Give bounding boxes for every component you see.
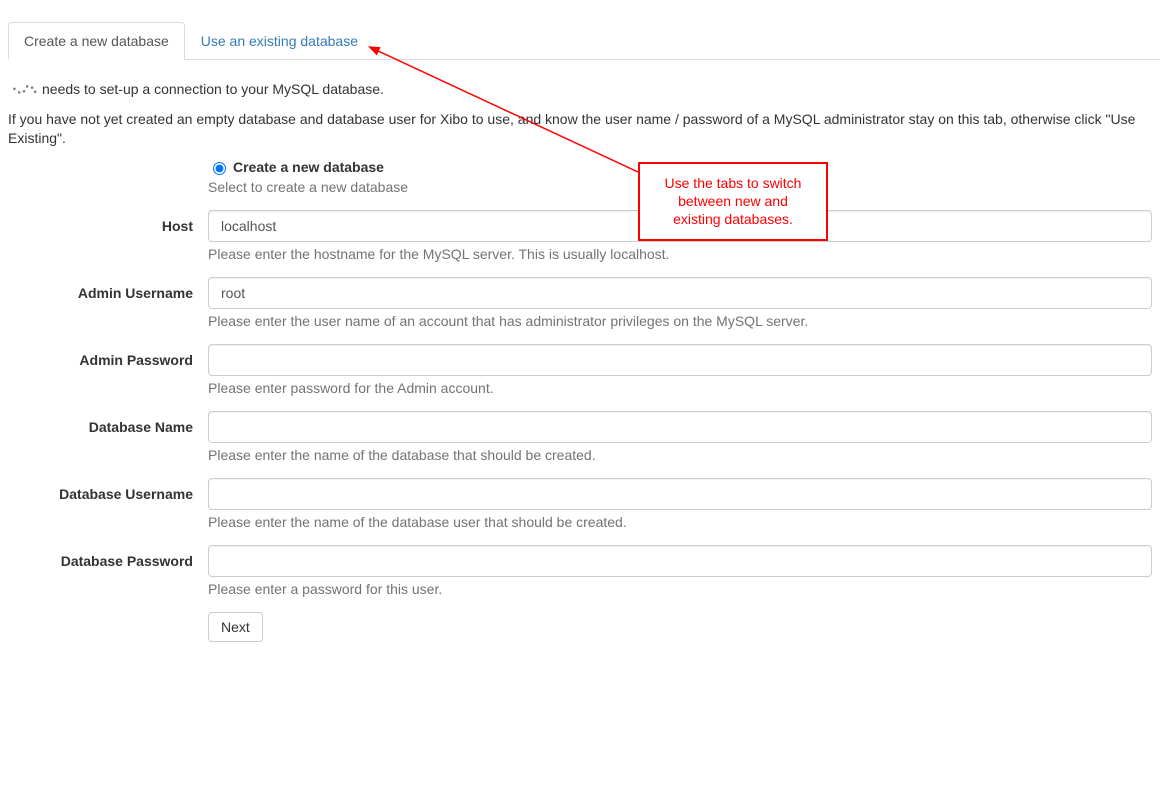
tab-use-existing[interactable]: Use an existing database	[185, 22, 374, 60]
intro-line-2: If you have not yet created an empty dat…	[8, 110, 1160, 149]
label-host: Host	[8, 210, 208, 262]
help-db-password: Please enter a password for this user.	[208, 581, 1152, 597]
input-db-username[interactable]	[208, 478, 1152, 510]
input-db-name[interactable]	[208, 411, 1152, 443]
annotation-callout: Use the tabs to switch between new and e…	[638, 162, 828, 241]
help-db-name: Please enter the name of the database th…	[208, 447, 1152, 463]
tab-create-new[interactable]: Create a new database	[8, 22, 185, 60]
help-admin-username: Please enter the user name of an account…	[208, 313, 1152, 329]
label-admin-password: Admin Password	[8, 344, 208, 396]
label-admin-username: Admin Username	[8, 277, 208, 329]
label-db-password: Database Password	[8, 545, 208, 597]
input-admin-password[interactable]	[208, 344, 1152, 376]
tab-bar: Create a new database Use an existing da…	[8, 22, 1160, 60]
label-db-username: Database Username	[8, 478, 208, 530]
help-admin-password: Please enter password for the Admin acco…	[208, 380, 1152, 396]
radio-create-new[interactable]	[213, 162, 226, 175]
input-admin-username[interactable]	[208, 277, 1152, 309]
label-db-name: Database Name	[8, 411, 208, 463]
help-db-username: Please enter the name of the database us…	[208, 514, 1152, 530]
redacted-name	[8, 84, 40, 96]
help-host: Please enter the hostname for the MySQL …	[208, 246, 1152, 262]
radio-create-new-label: Create a new database	[233, 159, 384, 175]
next-button[interactable]: Next	[208, 612, 263, 642]
input-db-password[interactable]	[208, 545, 1152, 577]
intro-line-1: needs to set-up a connection to your MyS…	[8, 80, 1160, 100]
